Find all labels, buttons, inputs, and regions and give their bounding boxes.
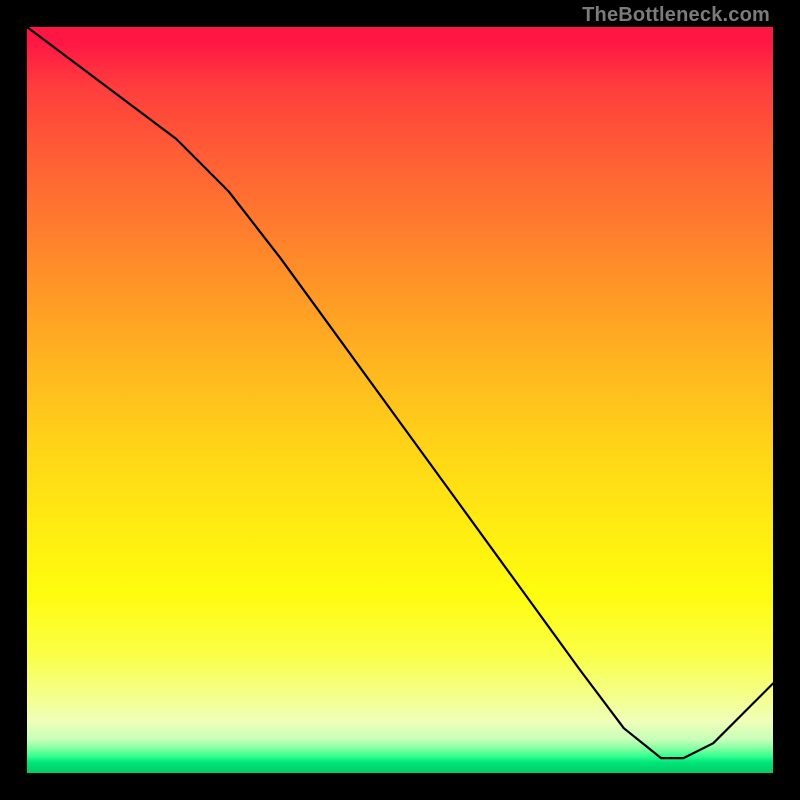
bottleneck-curve (27, 27, 773, 773)
chart-frame: TheBottleneck.com (0, 0, 800, 800)
plot-area (27, 27, 773, 773)
watermark-text: TheBottleneck.com (582, 4, 770, 27)
